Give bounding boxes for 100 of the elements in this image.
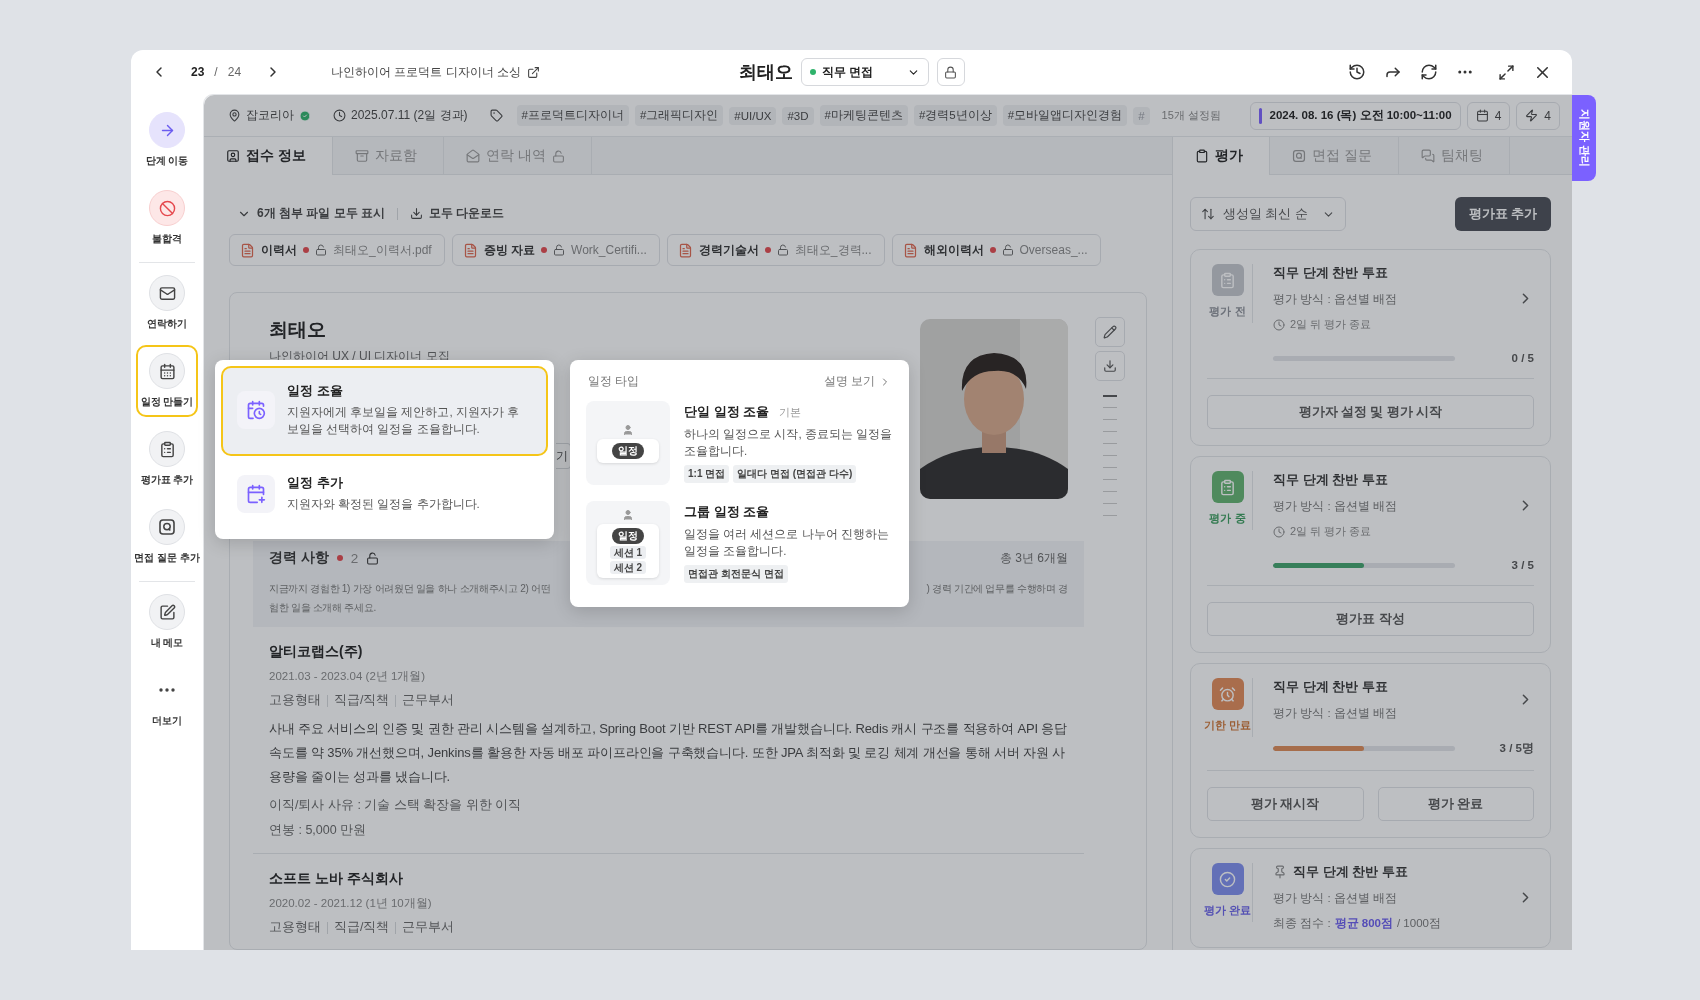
file-chip[interactable]: 경력기술서 최태오_경력... bbox=[666, 234, 885, 266]
type-description: 일정을 여러 세션으로 나누어 진행하는 일정을 조율합니다. bbox=[684, 527, 890, 559]
clock-icon bbox=[1273, 525, 1285, 538]
tag-count: 15개 설정됨 bbox=[1161, 108, 1221, 123]
lock-button[interactable] bbox=[936, 58, 965, 86]
pen-square-icon bbox=[158, 603, 176, 621]
candidate-name: 최태오 bbox=[738, 61, 793, 84]
lock-icon bbox=[553, 244, 566, 256]
evaluation-method: 평가 방식 : 옵션별 배점 bbox=[1273, 891, 1398, 906]
company-name: 알티코랩스(주) bbox=[269, 643, 364, 661]
company-name: 소프트 노바 주식회사 bbox=[269, 870, 404, 888]
lock-icon bbox=[315, 244, 327, 256]
add-evaluation-button[interactable]: 평가표 추가 bbox=[1454, 197, 1551, 231]
type-tag: 일대다 면접 (면접관 다수) bbox=[733, 465, 857, 483]
tag-icon bbox=[489, 109, 503, 122]
tag-chip: #3D bbox=[782, 106, 814, 125]
action-button[interactable]: 평가 재시작 bbox=[1207, 787, 1364, 821]
history-icon[interactable] bbox=[1348, 63, 1366, 81]
evaluation-method: 평가 방식 : 옵션별 배점 bbox=[1273, 499, 1398, 514]
file-chip[interactable]: 이력서 최태오_이력서.pdf bbox=[229, 234, 445, 266]
job-description: 사내 주요 서비스의 인증 및 권한 관리 시스템을 설계하고, Spring Boot 기반 REST API를 개발했습니다. Redis 캐시 구조를 적용하여 API 응답 속도를 약 35% 개선했으며, Jenkins를 활용한 자동 배포 파이프라인을 구축했습니다. 또한 JPA 최적화 및 로깅 체계 개선을 통해 서버 자원 사용량을 줄이는 성과를 냈습니다. bbox=[269, 720, 1068, 786]
q-square-icon bbox=[158, 518, 176, 536]
lightning-icon bbox=[1525, 109, 1539, 122]
stage-select[interactable]: 직무 면접 bbox=[800, 58, 929, 86]
tag-chip: #프로덕트디자이너 bbox=[516, 105, 629, 126]
clock-icon bbox=[333, 109, 346, 122]
type-name: 그룹 일정 조율 bbox=[684, 503, 770, 521]
tab[interactable]: 접수 정보 bbox=[204, 137, 333, 175]
evaluation-method: 평가 방식 : 옵션별 배점 bbox=[1273, 292, 1398, 307]
evaluation-status: 평가 전 bbox=[1209, 304, 1246, 319]
clock-icon bbox=[1273, 318, 1285, 331]
career-prompt: 험한 일을 소개해 주세요. bbox=[269, 601, 377, 615]
career-count: 2 bbox=[350, 550, 359, 566]
edit-button[interactable] bbox=[1095, 317, 1125, 347]
session-chip: 세션 2 bbox=[609, 560, 647, 574]
career-total: 총 3년 6개월 bbox=[1000, 549, 1068, 567]
lock-icon bbox=[1001, 244, 1014, 256]
download-icon bbox=[1103, 359, 1117, 373]
job-link[interactable]: 나인하이어 프로덕트 디자이너 소싱 bbox=[331, 63, 541, 81]
type-name: 단일 일정 조율 bbox=[684, 403, 770, 421]
person-icon bbox=[622, 423, 634, 436]
calendar-icon bbox=[158, 362, 176, 380]
pdf-file-icon bbox=[902, 242, 918, 258]
tag-chip: #UI/UX bbox=[729, 106, 777, 125]
tag-chip: # bbox=[1133, 106, 1150, 125]
total-pages: 24 bbox=[227, 65, 242, 79]
location-icon bbox=[228, 109, 241, 122]
menu-option[interactable]: 일정 조율 지원자에게 후보일을 제안하고, 지원자가 후보일을 선택하여 일정을 조율합니다. bbox=[221, 366, 548, 456]
job-meta: 직급/직책 bbox=[334, 692, 390, 709]
expand-icon[interactable] bbox=[1498, 63, 1515, 81]
sort-icon bbox=[1201, 207, 1215, 221]
tag-chip: #경력5년이상 bbox=[913, 105, 997, 126]
download-button[interactable] bbox=[1095, 351, 1125, 381]
employment-period: 2020.02 - 2021.12 (1년 10개월) bbox=[269, 896, 433, 911]
evaluation-status: 평가 완료 bbox=[1203, 903, 1252, 918]
score-total: / 1000점 bbox=[1397, 916, 1441, 931]
external-link-icon bbox=[527, 65, 541, 79]
clipboard-icon bbox=[1219, 478, 1236, 496]
schedule-count-button[interactable]: 4 bbox=[1466, 101, 1511, 130]
clipboard-icon bbox=[158, 440, 176, 458]
type-description: 하나의 일정으로 시작, 종료되는 일정을 조율합니다. bbox=[684, 427, 893, 459]
career-prompt: ) 경력 기간에 업무를 수행하며 경 bbox=[926, 582, 1068, 596]
score-label: 최종 점수 : bbox=[1273, 916, 1331, 931]
schedule-chip: 일정 bbox=[612, 442, 644, 459]
job-meta: 직급/직책 bbox=[334, 919, 390, 936]
evaluation-title: 직무 단계 찬반 투표 bbox=[1273, 264, 1388, 282]
pdf-file-icon bbox=[462, 242, 478, 258]
default-label: 기본 bbox=[779, 405, 802, 420]
evaluation-status: 기한 만료 bbox=[1203, 718, 1252, 733]
show-files-toggle[interactable]: 6개 첨부 파일 모두 표시 bbox=[237, 205, 385, 222]
file-chip[interactable]: 해외이력서 Overseas_... bbox=[891, 234, 1101, 266]
job-meta: 고용형태 bbox=[269, 919, 321, 936]
action-button[interactable]: 평가표 작성 bbox=[1207, 602, 1534, 636]
sort-select[interactable]: 생성일 최신 순 bbox=[1190, 197, 1346, 231]
archive-icon bbox=[354, 149, 369, 163]
download-all-button[interactable]: 모두 다운로드 bbox=[410, 205, 505, 222]
evaluation-title: 직무 단계 찬반 투표 bbox=[1273, 471, 1388, 489]
evaluation-method: 평가 방식 : 옵션별 배점 bbox=[1273, 706, 1398, 721]
schedule-datetime: 2024. 08. 16 (목) 오전 10:00~11:00 bbox=[1269, 108, 1452, 123]
envelope-icon bbox=[465, 149, 480, 163]
calendar-plus-icon bbox=[246, 483, 266, 504]
side-tab[interactable]: 지원자 관리 bbox=[1572, 95, 1596, 181]
evaluator-count: 0 / 5 bbox=[1511, 352, 1534, 364]
evaluation-status: 평가 중 bbox=[1209, 511, 1246, 526]
chat-icon bbox=[1420, 149, 1435, 163]
source-text: 잡코리아 bbox=[246, 107, 294, 124]
action-button[interactable]: 평가자 설정 및 평가 시작 bbox=[1207, 395, 1534, 429]
evaluation-title: 직무 단계 찬반 투표 bbox=[1273, 678, 1388, 696]
action-button[interactable]: 평가 완료 bbox=[1377, 787, 1534, 821]
more-icon bbox=[159, 688, 175, 692]
salary: 연봉 : 5,000 만원 bbox=[269, 822, 368, 839]
refresh-icon[interactable] bbox=[1420, 63, 1438, 81]
action-count-button[interactable]: 4 bbox=[1516, 101, 1560, 130]
help-link[interactable]: 설명 보기 bbox=[823, 374, 891, 389]
sidebar-item[interactable]: 일정 만들기 bbox=[136, 345, 198, 417]
download-icon bbox=[410, 207, 423, 220]
tab[interactable]: 평가 bbox=[1173, 137, 1270, 175]
file-chip[interactable]: 증빙 자료 Work_Certifi... bbox=[451, 234, 660, 266]
profile-name: 최태오 bbox=[269, 318, 327, 342]
lock-icon bbox=[776, 244, 789, 256]
